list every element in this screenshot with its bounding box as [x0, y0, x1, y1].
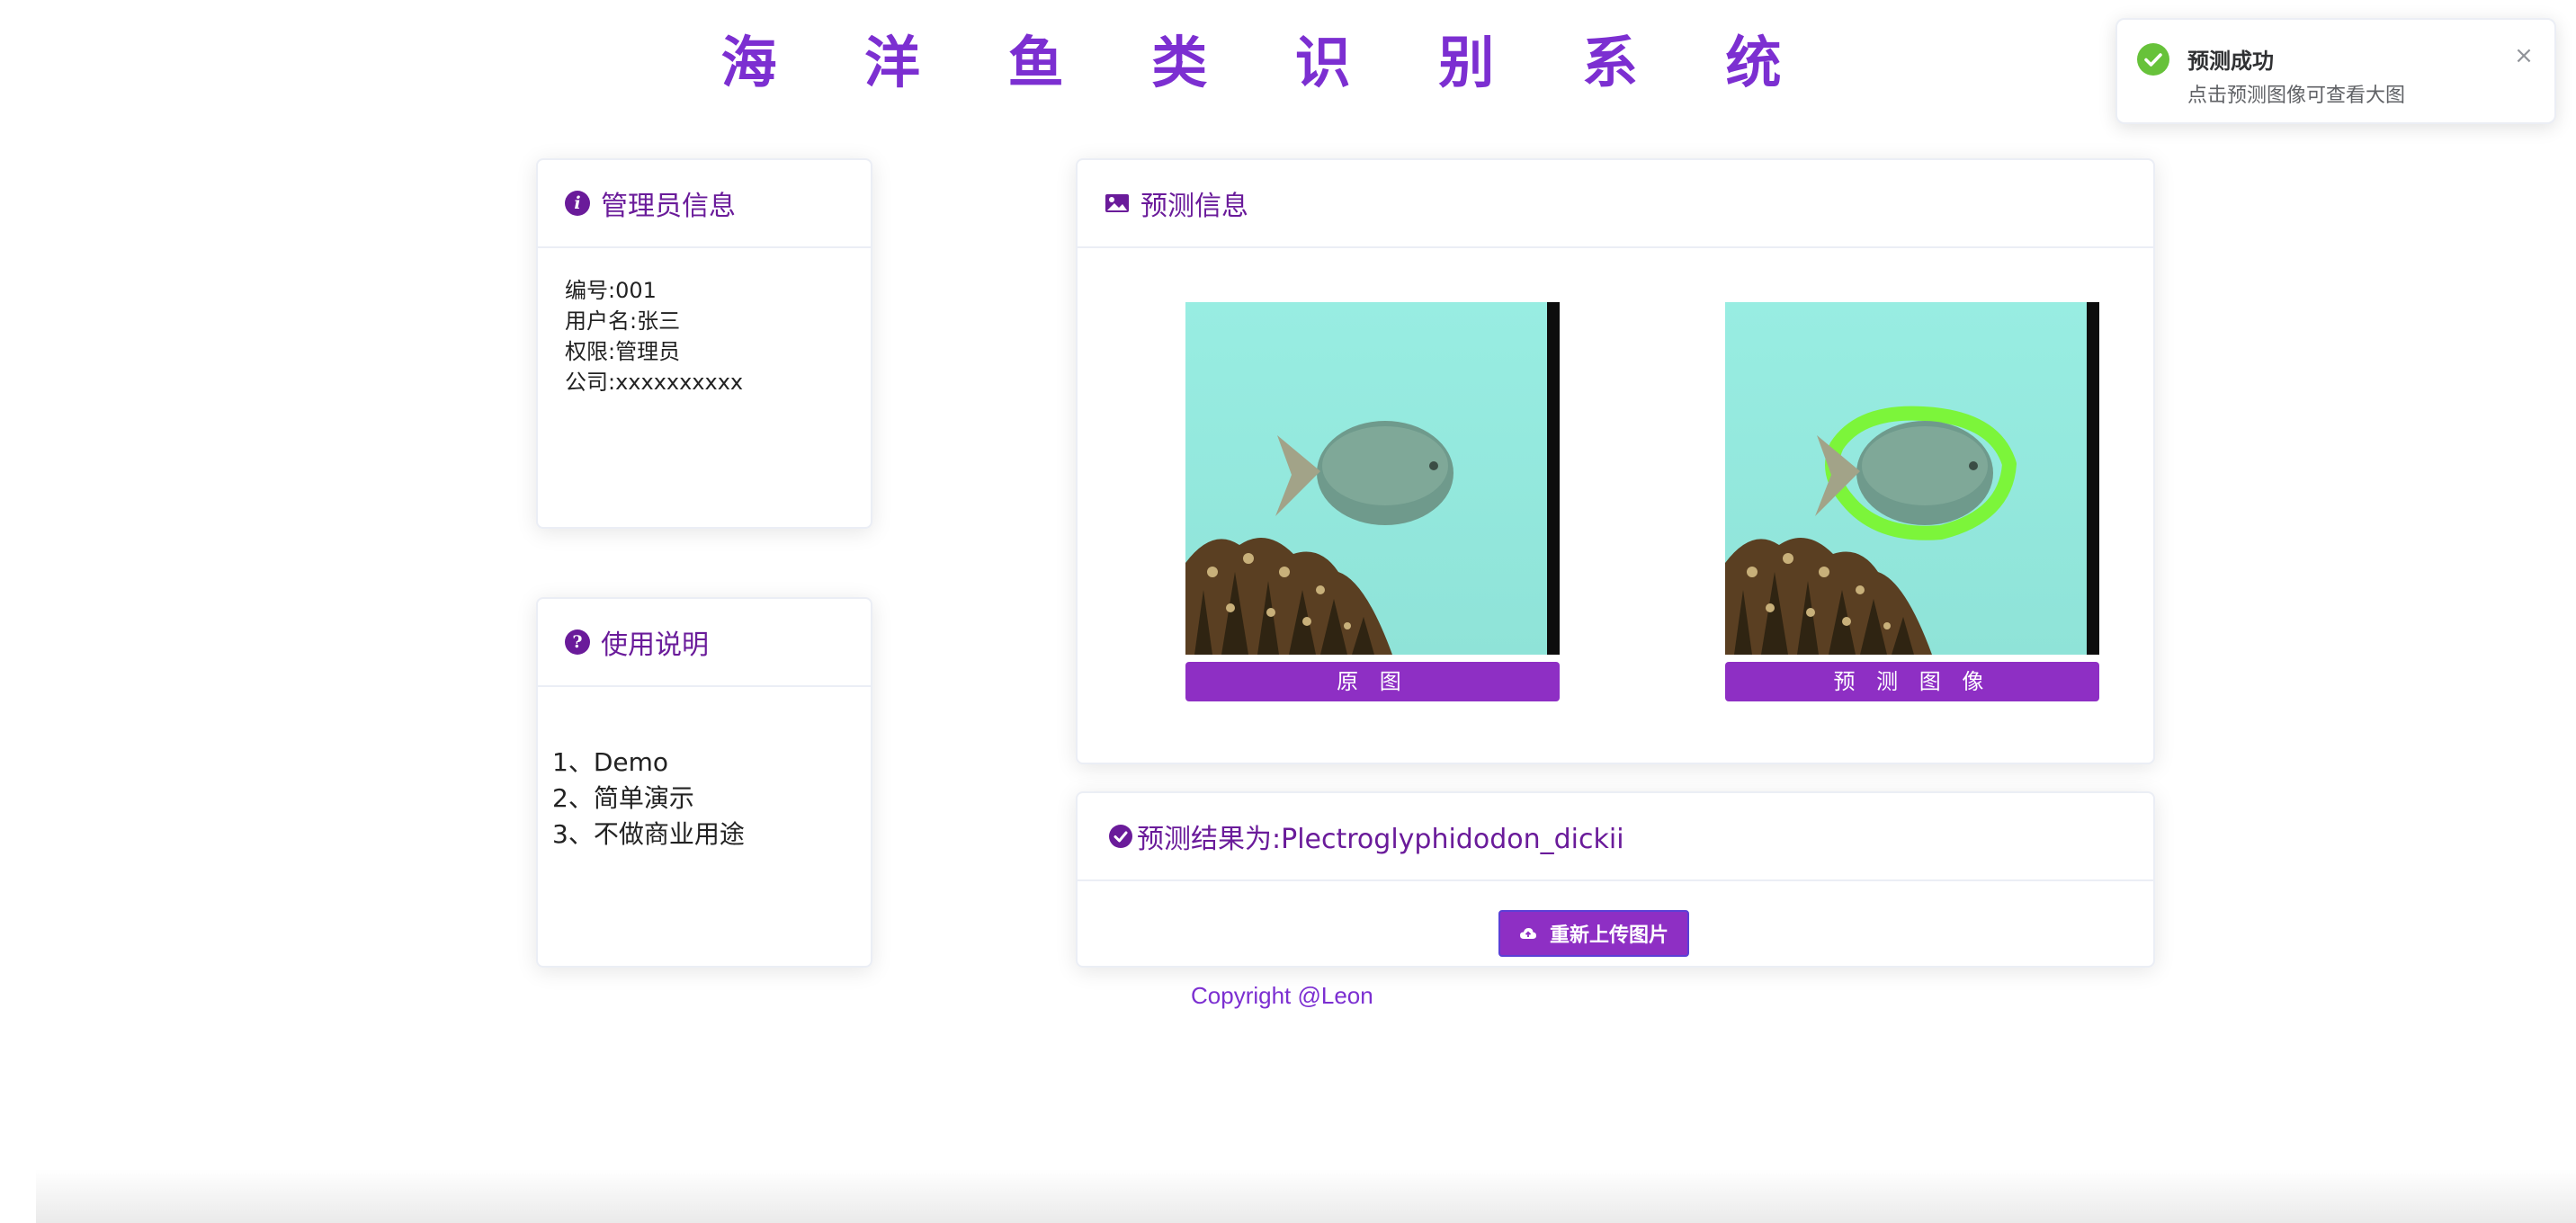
prediction-result-card: 预测结果为:Plectroglyphidodon_dickii 重新上传图片 — [1076, 791, 2155, 968]
admin-info-body: 编号:001 用户名:张三 权限:管理员 公司:xxxxxxxxxx — [538, 248, 871, 424]
cloud-upload-icon — [1519, 928, 1536, 939]
predicted-image-button[interactable]: 预 测 图 像 — [1725, 662, 2099, 701]
original-fish-image — [1185, 302, 1560, 655]
success-icon — [2137, 43, 2169, 76]
usage-line-2: 2、简单演示 — [552, 783, 694, 813]
usage-header: ? 使用说明 — [538, 599, 871, 687]
bottom-shadow — [36, 1169, 2576, 1223]
check-circle-icon — [1109, 825, 1132, 848]
admin-info-card: i 管理员信息 编号:001 用户名:张三 权限:管理员 公司:xxxxxxxx… — [536, 158, 872, 529]
copyright-text: Copyright @Leon — [1191, 982, 1373, 1009]
image-icon — [1105, 194, 1129, 212]
original-image[interactable] — [1185, 302, 1560, 655]
predicted-image[interactable] — [1725, 302, 2099, 655]
admin-info-title: 管理员信息 — [601, 191, 736, 222]
notification-message: 点击预测图像可查看大图 — [2187, 85, 2406, 107]
admin-info-header: i 管理员信息 — [538, 160, 871, 248]
admin-username: 用户名:张三 — [565, 308, 681, 334]
reupload-image-button[interactable]: 重新上传图片 — [1498, 910, 1689, 957]
usage-line-1: 1、Demo — [552, 747, 669, 777]
predicted-image-block: 预 测 图 像 — [1725, 302, 2099, 701]
admin-role: 权限:管理员 — [565, 339, 681, 364]
usage-line-3: 3、不做商业用途 — [552, 819, 745, 849]
admin-id: 编号:001 — [565, 278, 657, 303]
reupload-image-label: 重新上传图片 — [1549, 924, 1668, 947]
usage-title: 使用说明 — [601, 629, 709, 661]
notification-title: 预测成功 — [2187, 49, 2274, 74]
prediction-info-header: 预测信息 — [1078, 160, 2153, 248]
prediction-result-header: 预测结果为:Plectroglyphidodon_dickii — [1078, 793, 2153, 881]
prediction-result-text: 预测结果为:Plectroglyphidodon_dickii — [1137, 824, 1624, 855]
success-notification: 预测成功 点击预测图像可查看大图 × — [2115, 18, 2556, 124]
original-image-block: 原 图 — [1185, 302, 1560, 701]
close-icon[interactable]: × — [2511, 43, 2536, 68]
prediction-info-title: 预测信息 — [1140, 191, 1248, 222]
predicted-fish-image — [1725, 302, 2099, 655]
usage-card: ? 使用说明 1、Demo 2、简单演示 3、不做商业用途 — [536, 597, 872, 968]
admin-company: 公司:xxxxxxxxxx — [565, 370, 744, 395]
usage-body: 1、Demo 2、简单演示 3、不做商业用途 — [538, 687, 871, 853]
original-image-button[interactable]: 原 图 — [1185, 662, 1560, 701]
app-root: 海 洋 鱼 类 识 别 系 统 i 管理员信息 编号:001 用户名:张三 权限… — [0, 0, 2576, 1223]
prediction-info-card: 预测信息 原 图 预 测 图 像 — [1076, 158, 2155, 764]
info-icon: i — [565, 191, 590, 216]
question-icon: ? — [565, 629, 590, 655]
